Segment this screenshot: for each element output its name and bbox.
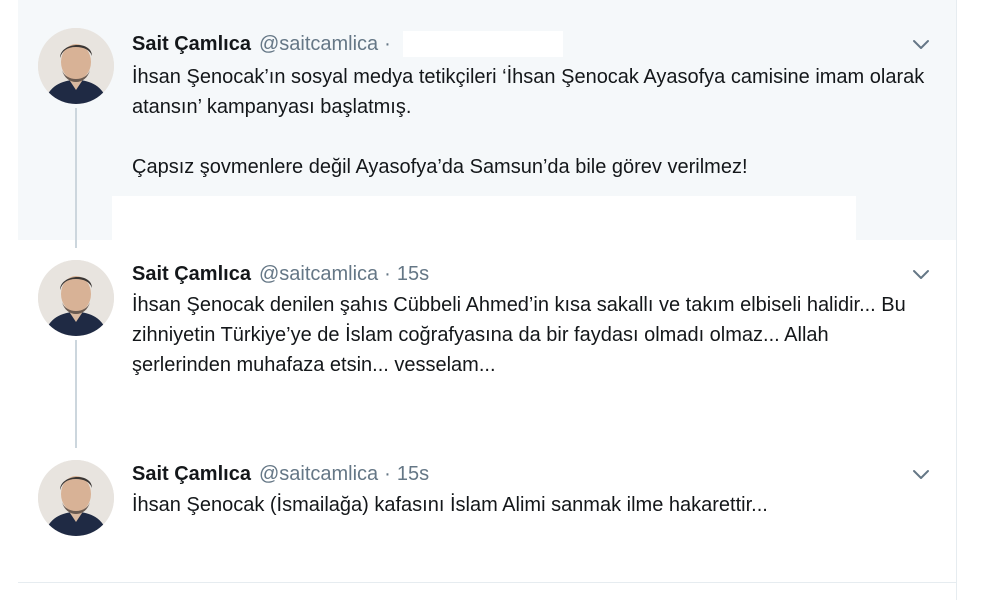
- timestamp[interactable]: 15s: [397, 263, 429, 286]
- tweet-header: Sait Çamlıca @saitcamlica · 15s: [132, 260, 429, 288]
- tweet-1[interactable]: Sait Çamlıca @saitcamlica · İhsan Şenoca…: [18, 0, 956, 240]
- redacted-timestamp: [402, 31, 563, 57]
- tweet-text: İhsan Şenocak denilen şahıs Cübbeli Ahme…: [132, 290, 932, 380]
- chevron-down-icon[interactable]: [910, 264, 932, 286]
- avatar[interactable]: [38, 260, 114, 336]
- tweet-text: İhsan Şenocak’ın sosyal medya tetikçiler…: [132, 62, 932, 182]
- separator-dot: ·: [384, 462, 391, 485]
- redacted-area: [112, 196, 856, 240]
- thread-connector-line: [75, 108, 77, 248]
- tweet-paragraph: İhsan Şenocak’ın sosyal medya tetikçiler…: [132, 66, 925, 118]
- divider: [18, 582, 956, 583]
- avatar[interactable]: [38, 460, 114, 536]
- timeline: Sait Çamlıca @saitcamlica · İhsan Şenoca…: [18, 0, 957, 600]
- user-handle[interactable]: @saitcamlica: [259, 263, 378, 286]
- tweet-paragraph: İhsan Şenocak (İsmailağa) kafasını İslam…: [132, 494, 768, 516]
- timestamp[interactable]: 15s: [397, 463, 429, 486]
- separator-dot: ·: [384, 32, 391, 55]
- chevron-down-icon[interactable]: [910, 34, 932, 56]
- tweet-paragraph: İhsan Şenocak denilen şahıs Cübbeli Ahme…: [132, 294, 906, 376]
- tweet-3[interactable]: Sait Çamlıca @saitcamlica · 15s İhsan Şe…: [18, 440, 956, 580]
- tweet-text: İhsan Şenocak (İsmailağa) kafasını İslam…: [132, 490, 932, 520]
- chevron-down-icon[interactable]: [910, 464, 932, 486]
- tweet-header: Sait Çamlıca @saitcamlica · 15s: [132, 460, 429, 488]
- thread-connector-line: [75, 340, 77, 448]
- display-name[interactable]: Sait Çamlıca: [132, 463, 251, 486]
- tweet-paragraph: Çapsız şovmenlere değil Ayasofya’da Sams…: [132, 156, 748, 178]
- tweet-2[interactable]: Sait Çamlıca @saitcamlica · 15s İhsan Şe…: [18, 240, 956, 440]
- separator-dot: ·: [384, 262, 391, 285]
- display-name[interactable]: Sait Çamlıca: [132, 263, 251, 286]
- avatar[interactable]: [38, 28, 114, 104]
- user-handle[interactable]: @saitcamlica: [259, 33, 378, 56]
- tweet-header: Sait Çamlıca @saitcamlica ·: [132, 30, 563, 58]
- display-name[interactable]: Sait Çamlıca: [132, 33, 251, 56]
- user-handle[interactable]: @saitcamlica: [259, 463, 378, 486]
